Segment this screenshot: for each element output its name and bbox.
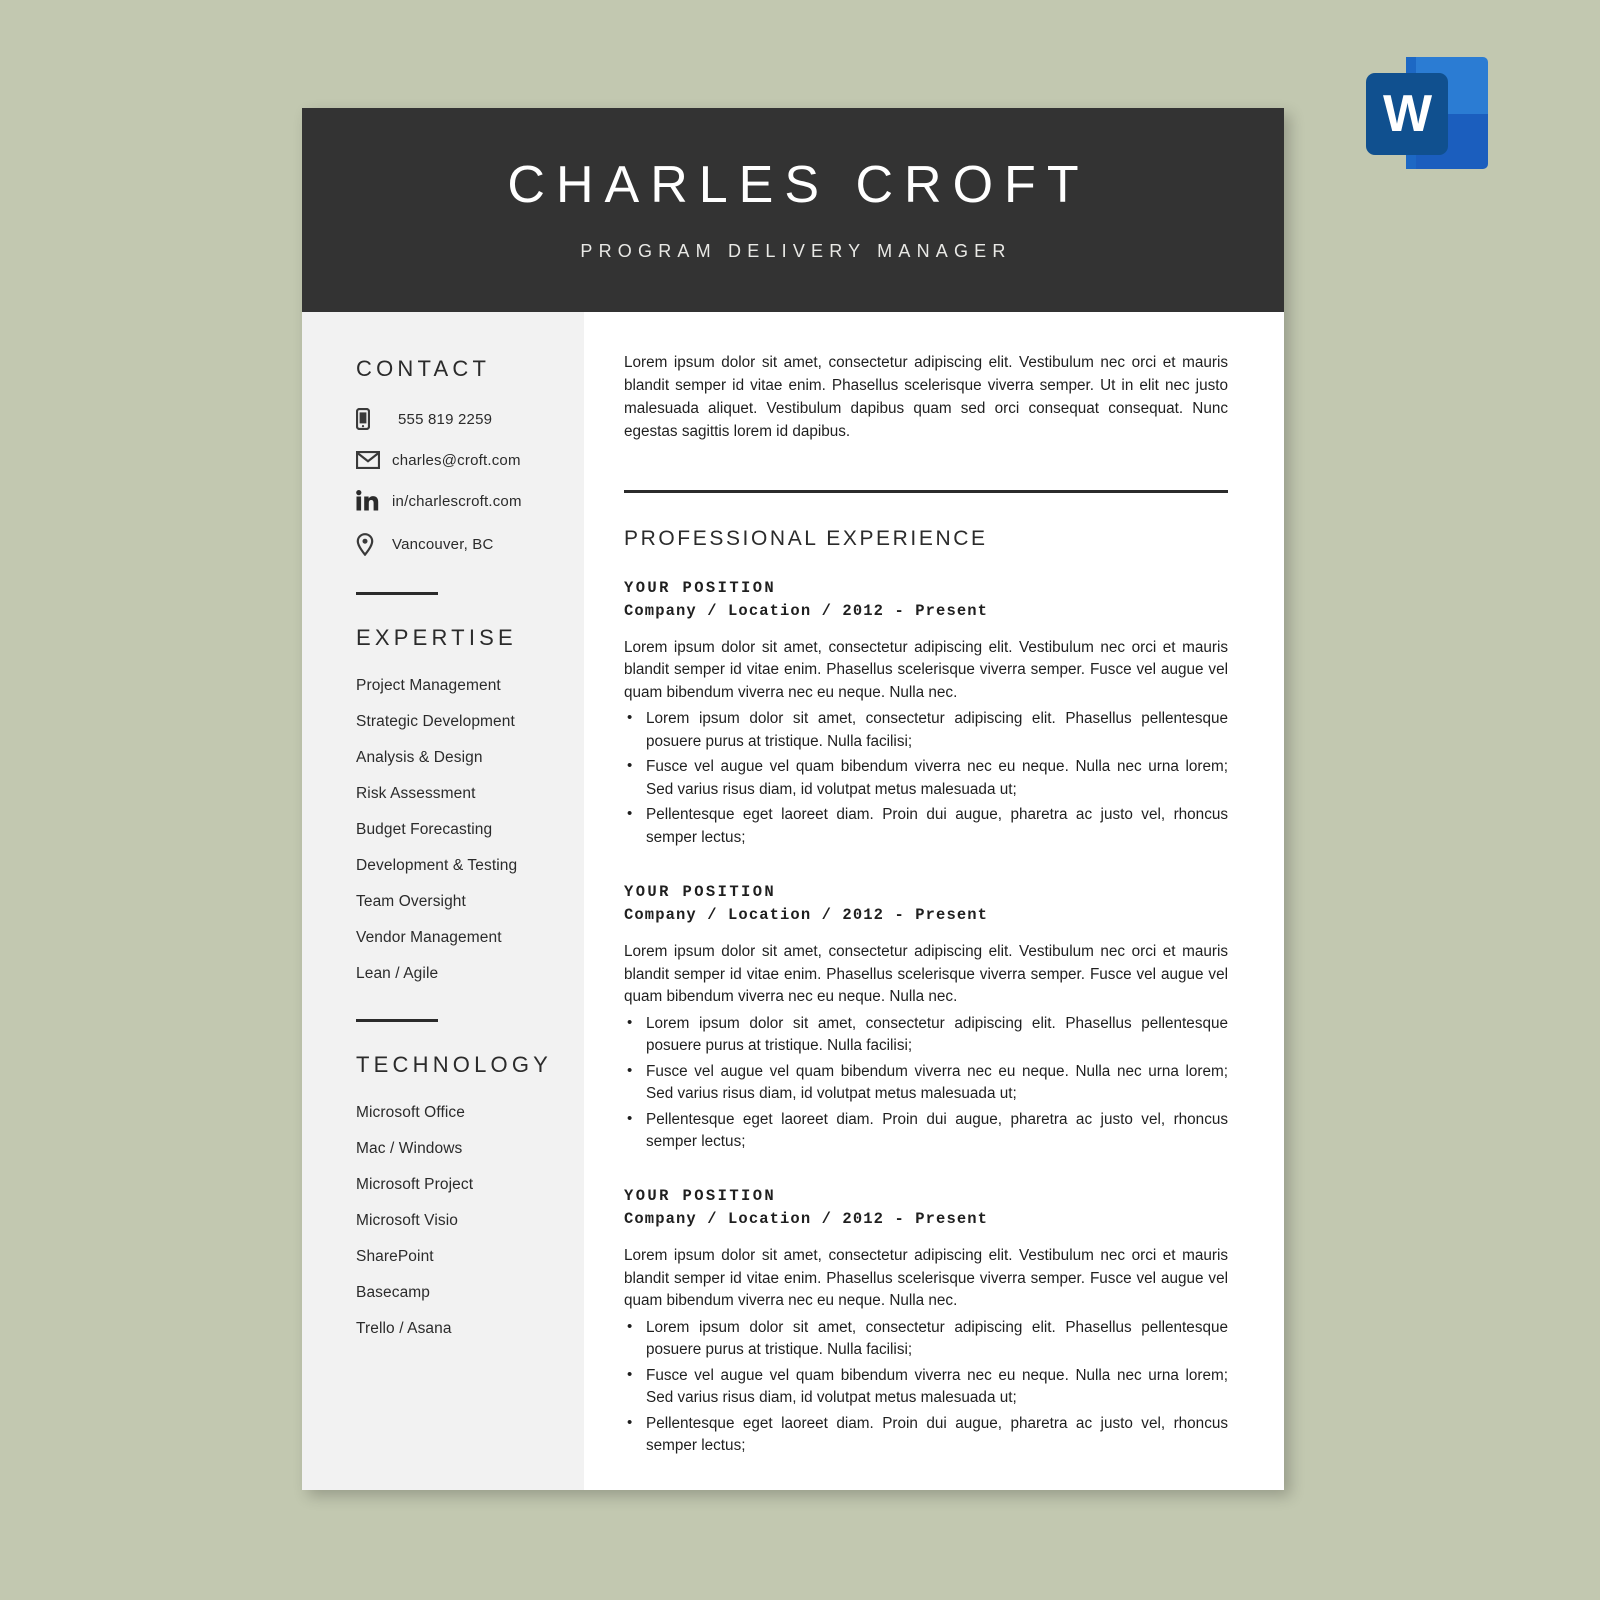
resume-header: CHARLES CROFT PROGRAM DELIVERY MANAGER	[302, 108, 1284, 312]
technology-item: Mac / Windows	[356, 1140, 463, 1157]
expertise-item: Risk Assessment	[356, 785, 476, 802]
contact-linkedin-value: in/charlescroft.com	[392, 492, 522, 510]
technology-item: Microsoft Project	[356, 1176, 474, 1193]
contact-heading: CONTACT	[356, 356, 491, 381]
sidebar-divider-expertise	[356, 592, 438, 595]
contact-phone-value: 555 819 2259	[398, 410, 493, 428]
contact-item-email[interactable]: charles@croft.com	[356, 451, 562, 469]
job-bullet: Fusce vel augue vel quam bibendum viverr…	[627, 755, 1228, 801]
email-icon	[356, 451, 382, 469]
job-description: Lorem ipsum dolor sit amet, consectetur …	[624, 638, 1228, 701]
contact-item-linkedin[interactable]: in/charlescroft.com	[356, 490, 562, 512]
location-pin-icon	[356, 533, 382, 556]
technology-item: Basecamp	[356, 1284, 431, 1301]
job-bullet: Lorem ipsum dolor sit amet, consectetur …	[627, 1012, 1228, 1058]
word-icon-letter: W	[1382, 85, 1432, 143]
job-bullet: Fusce vel augue vel quam bibendum viverr…	[627, 1364, 1228, 1410]
job-bullet: Pellentesque eget laoreet diam. Proin du…	[627, 1412, 1228, 1458]
job-company-meta: Company / Location / 2012 - Present	[624, 601, 989, 620]
experience-entry: YOUR POSITION Company / Location / 2012 …	[624, 883, 1228, 1153]
job-description: Lorem ipsum dolor sit amet, consectetur …	[624, 1247, 1228, 1310]
technology-list: Microsoft Office Mac / Windows Microsoft…	[356, 1104, 562, 1338]
expertise-heading: EXPERTISE	[356, 625, 517, 650]
section-rule	[624, 489, 1228, 493]
expertise-item: Team Oversight	[356, 893, 466, 910]
microsoft-word-icon[interactable]: W	[1366, 57, 1488, 169]
expertise-item: Lean / Agile	[356, 965, 439, 982]
job-bullet: Lorem ipsum dolor sit amet, consectetur …	[627, 1316, 1228, 1362]
technology-item: Trello / Asana	[356, 1320, 452, 1337]
job-description: Lorem ipsum dolor sit amet, consectetur …	[624, 943, 1228, 1006]
profile-summary: Lorem ipsum dolor sit amet, consectetur …	[624, 354, 1228, 440]
resume-body: CONTACT 555 819 2259 charles@croft.com i…	[302, 312, 1284, 1490]
experience-entry: YOUR POSITION Company / Location / 2012 …	[624, 1187, 1228, 1457]
expertise-item: Development & Testing	[356, 857, 518, 874]
expertise-item: Project Management	[356, 677, 501, 694]
resume-document: CHARLES CROFT PROGRAM DELIVERY MANAGER C…	[302, 108, 1284, 1490]
expertise-item: Analysis & Design	[356, 749, 483, 766]
job-position-title: YOUR POSITION	[624, 883, 777, 902]
contact-item-phone[interactable]: 555 819 2259	[356, 408, 562, 430]
candidate-job-title: PROGRAM DELIVERY MANAGER	[580, 240, 1012, 261]
job-bullet-list: Lorem ipsum dolor sit amet, consectetur …	[624, 1012, 1228, 1154]
contact-item-location[interactable]: Vancouver, BC	[356, 533, 562, 556]
job-bullet: Fusce vel augue vel quam bibendum viverr…	[627, 1060, 1228, 1106]
resume-main-content: Lorem ipsum dolor sit amet, consectetur …	[584, 312, 1284, 1490]
job-company-meta: Company / Location / 2012 - Present	[624, 1210, 989, 1229]
technology-item: Microsoft Office	[356, 1104, 465, 1121]
candidate-name: CHARLES CROFT	[507, 155, 1090, 214]
job-bullet: Pellentesque eget laoreet diam. Proin du…	[627, 803, 1228, 849]
expertise-item: Budget Forecasting	[356, 821, 493, 838]
job-company-meta: Company / Location / 2012 - Present	[624, 906, 989, 925]
job-bullet: Lorem ipsum dolor sit amet, consectetur …	[627, 707, 1228, 753]
job-bullet-list: Lorem ipsum dolor sit amet, consectetur …	[624, 707, 1228, 849]
expertise-item: Strategic Development	[356, 713, 515, 730]
linkedin-icon	[356, 490, 382, 512]
sidebar-divider-technology	[356, 1019, 438, 1022]
job-position-title: YOUR POSITION	[624, 578, 777, 597]
experience-entry: YOUR POSITION Company / Location / 2012 …	[624, 579, 1228, 849]
job-bullet-list: Lorem ipsum dolor sit amet, consectetur …	[624, 1316, 1228, 1458]
phone-icon	[356, 408, 382, 430]
technology-heading: TECHNOLOGY	[356, 1052, 553, 1077]
technology-item: SharePoint	[356, 1248, 434, 1265]
contact-email-value: charles@croft.com	[392, 451, 521, 469]
professional-experience-heading: PROFESSIONAL EXPERIENCE	[624, 526, 988, 550]
resume-sidebar: CONTACT 555 819 2259 charles@croft.com i…	[302, 312, 584, 1490]
expertise-item: Vendor Management	[356, 929, 502, 946]
technology-item: Microsoft Visio	[356, 1212, 458, 1229]
job-bullet: Pellentesque eget laoreet diam. Proin du…	[627, 1108, 1228, 1154]
contact-location-value: Vancouver, BC	[392, 536, 494, 553]
job-position-title: YOUR POSITION	[624, 1187, 777, 1206]
expertise-list: Project Management Strategic Development…	[356, 677, 562, 983]
